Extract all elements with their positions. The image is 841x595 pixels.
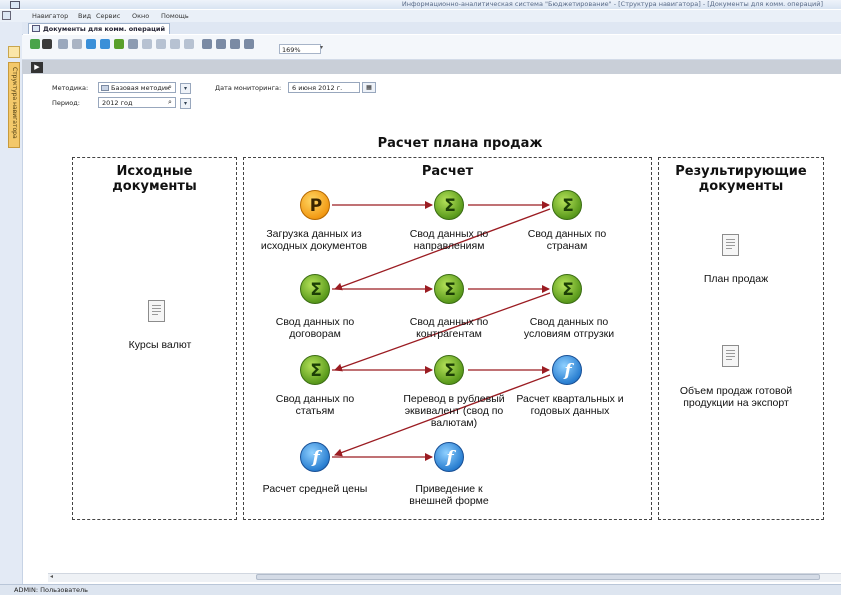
sigma-icon: Σ (562, 280, 574, 300)
function-node-quarterly[interactable]: f (552, 355, 582, 385)
node-label-quarterly: Расчет квартальных и годовых данных (516, 393, 624, 417)
node-label-items: Свод данных по статьям (275, 393, 355, 417)
sigma-icon: Σ (310, 361, 322, 381)
sigma-icon: Σ (444, 361, 456, 381)
sigma-node-ruble-conversion[interactable]: Σ (434, 355, 464, 385)
sigma-icon: Σ (310, 280, 322, 300)
node-label-load-data: Загрузка данных из исходных документов (260, 228, 368, 252)
sigma-node-directions[interactable]: Σ (434, 190, 464, 220)
sigma-node-items[interactable]: Σ (300, 355, 330, 385)
sigma-icon: Σ (444, 196, 456, 216)
function-icon: f (564, 361, 572, 381)
scrollbar-thumb[interactable] (256, 574, 820, 580)
sigma-icon: Σ (562, 196, 574, 216)
status-bar: ADMIN: Пользователь (0, 584, 841, 595)
node-label-external-form: Приведение к внешней форме (409, 483, 489, 507)
report-node-load-data[interactable]: P (300, 190, 330, 220)
node-label-countries: Свод данных по странам (527, 228, 607, 252)
sigma-icon: Σ (444, 280, 456, 300)
node-label-contracts: Свод данных по договорам (275, 316, 355, 340)
node-label-shipping-terms: Свод данных по условиям отгрузки (523, 316, 615, 340)
doc-label-sales-plan: План продаж (703, 273, 769, 285)
document-icon-currency-rates[interactable] (148, 300, 165, 322)
doc-label-export-volume: Объем продаж готовой продукции на экспор… (679, 385, 793, 409)
sigma-node-contracts[interactable]: Σ (300, 274, 330, 304)
scroll-left-icon[interactable]: ◂ (50, 573, 53, 580)
doc-label-currency-rates: Курсы валют (128, 339, 192, 351)
function-node-external-form[interactable]: f (434, 442, 464, 472)
sigma-node-countries[interactable]: Σ (552, 190, 582, 220)
sigma-node-shipping-terms[interactable]: Σ (552, 274, 582, 304)
sigma-node-counterparties[interactable]: Σ (434, 274, 464, 304)
function-node-average-price[interactable]: f (300, 442, 330, 472)
report-icon: P (309, 196, 323, 216)
function-icon: f (446, 448, 454, 468)
document-icon-sales-plan[interactable] (722, 234, 739, 256)
node-label-ruble-conversion: Перевод в рублевый эквивалент (свод по в… (403, 393, 505, 429)
document-icon-export-volume[interactable] (722, 345, 739, 367)
node-label-directions: Свод данных по направлениям (409, 228, 489, 252)
node-label-counterparties: Свод данных по контрагентам (409, 316, 489, 340)
function-icon: f (312, 448, 320, 468)
node-label-average-price: Расчет средней цены (262, 483, 368, 495)
